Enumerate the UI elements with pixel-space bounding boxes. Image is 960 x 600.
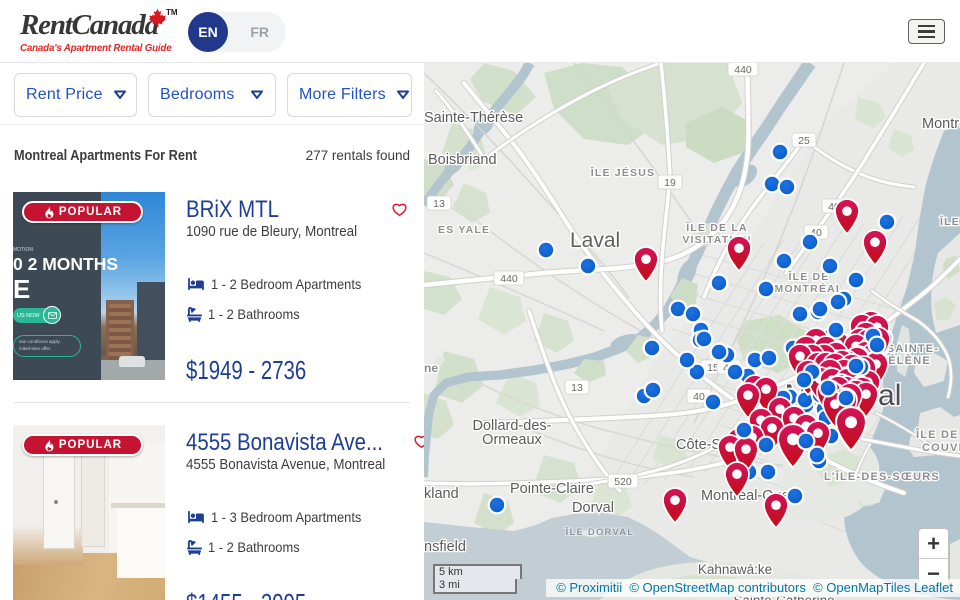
- svg-text:ÎLE JÉSUS: ÎLE JÉSUS: [590, 166, 655, 179]
- svg-text:nsfield: nsfield: [424, 539, 466, 555]
- svg-text:ÎLE C: ÎLE C: [939, 215, 960, 228]
- svg-text:Pointe-Claire: Pointe-Claire: [510, 481, 594, 497]
- svg-text:40: 40: [693, 391, 705, 403]
- svg-text:ÎLE DORVAL: ÎLE DORVAL: [565, 526, 635, 538]
- svg-text:SAINTE-: SAINTE-: [887, 343, 939, 355]
- svg-text:ne: ne: [424, 361, 438, 375]
- svg-text:440: 440: [500, 273, 518, 285]
- svg-text:13: 13: [433, 198, 445, 210]
- svg-text:19: 19: [664, 177, 676, 189]
- svg-text:Kahnawá:ke: Kahnawá:ke: [698, 562, 772, 577]
- svg-text:Sainte-Thérèse: Sainte-Thérèse: [424, 110, 523, 126]
- svg-text:ES YALE: ES YALE: [438, 224, 490, 236]
- svg-text:Boisbriand: Boisbriand: [428, 152, 497, 168]
- svg-text:Montré: Montré: [922, 116, 960, 132]
- svg-text:Dorval: Dorval: [572, 500, 614, 516]
- svg-text:Laval: Laval: [570, 229, 620, 252]
- svg-text:13: 13: [571, 382, 583, 394]
- svg-text:520: 520: [614, 476, 632, 488]
- svg-text:kland: kland: [424, 486, 459, 502]
- svg-text:ÎLE DE LA: ÎLE DE LA: [685, 221, 748, 234]
- svg-text:COUVÉ: COUVÉ: [922, 441, 960, 454]
- svg-text:Ormeaux: Ormeaux: [482, 432, 542, 448]
- svg-text:ÎLE DE L: ÎLE DE L: [915, 428, 960, 441]
- svg-text:L'ÎLE-DES-SŒURS: L'ÎLE-DES-SŒURS: [824, 470, 940, 483]
- svg-text:25: 25: [798, 135, 810, 147]
- svg-text:MONTRÉAL: MONTRÉAL: [774, 282, 843, 295]
- svg-text:440: 440: [734, 64, 752, 76]
